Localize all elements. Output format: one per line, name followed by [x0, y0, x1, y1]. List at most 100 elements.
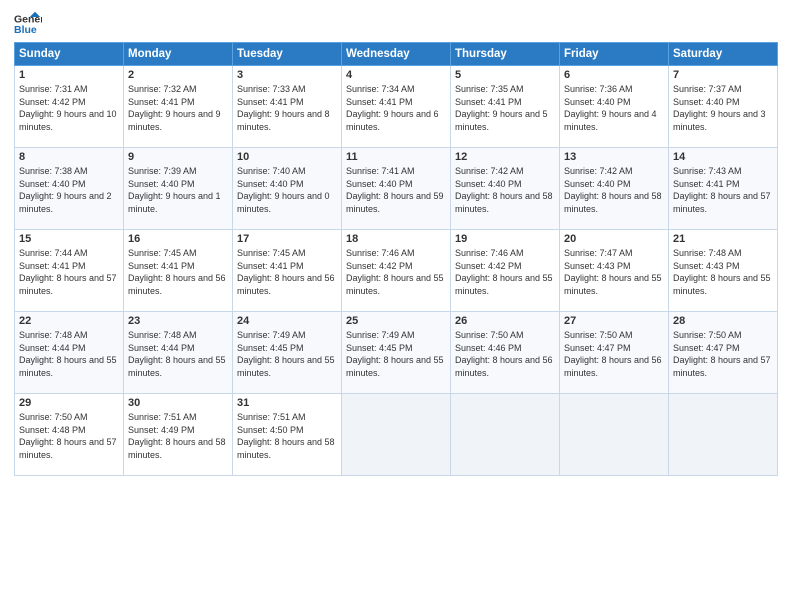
- day-number: 15: [19, 233, 119, 245]
- dow-header: Friday: [560, 43, 669, 66]
- calendar-cell: 24Sunrise: 7:49 AMSunset: 4:45 PMDayligh…: [233, 312, 342, 394]
- day-number: 7: [673, 69, 773, 81]
- cell-text: Sunrise: 7:49 AMSunset: 4:45 PMDaylight:…: [346, 330, 444, 378]
- day-number: 8: [19, 151, 119, 163]
- calendar-table: SundayMondayTuesdayWednesdayThursdayFrid…: [14, 42, 778, 476]
- calendar-cell: 4Sunrise: 7:34 AMSunset: 4:41 PMDaylight…: [342, 66, 451, 148]
- day-number: 3: [237, 69, 337, 81]
- cell-text: Sunrise: 7:48 AMSunset: 4:44 PMDaylight:…: [19, 330, 117, 378]
- cell-text: Sunrise: 7:42 AMSunset: 4:40 PMDaylight:…: [564, 166, 662, 214]
- dow-header: Wednesday: [342, 43, 451, 66]
- cell-text: Sunrise: 7:51 AMSunset: 4:49 PMDaylight:…: [128, 412, 226, 460]
- day-number: 5: [455, 69, 555, 81]
- calendar-cell: 19 Sunrise: 7:46 AMSunset: 4:42 PMDayligh…: [451, 230, 560, 312]
- cell-text: Sunrise: 7:43 AMSunset: 4:41 PMDaylight:…: [673, 166, 771, 214]
- calendar-cell: 30 Sunrise: 7:51 AMSunset: 4:49 PMDayligh…: [124, 394, 233, 476]
- cell-text: Sunrise: 7:46 AMSunset: 4:42 PMDaylight:…: [346, 248, 444, 296]
- calendar-cell: [669, 394, 778, 476]
- cell-text: Sunrise: 7:45 AMSunset: 4:41 PMDaylight:…: [128, 248, 226, 296]
- calendar-cell: 5 Sunrise: 7:35 AMSunset: 4:41 PMDaylight…: [451, 66, 560, 148]
- dow-header: Saturday: [669, 43, 778, 66]
- cell-text: Sunrise: 7:48 AMSunset: 4:44 PMDaylight:…: [128, 330, 226, 378]
- calendar-cell: 10 Sunrise: 7:40 AMSunset: 4:40 PMDayligh…: [233, 148, 342, 230]
- day-number: 30: [128, 397, 228, 409]
- cell-text: Sunrise: 7:33 AMSunset: 4:41 PMDaylight:…: [237, 84, 330, 132]
- days-of-week-row: SundayMondayTuesdayWednesdayThursdayFrid…: [15, 43, 778, 66]
- cell-text: Sunrise: 7:50 AMSunset: 4:46 PMDaylight:…: [455, 330, 553, 378]
- day-number: 26: [455, 315, 555, 327]
- day-number: 22: [19, 315, 119, 327]
- calendar-cell: [560, 394, 669, 476]
- calendar-cell: 31 Sunrise: 7:51 AMSunset: 4:50 PMDayligh…: [233, 394, 342, 476]
- calendar-cell: 23 Sunrise: 7:48 AMSunset: 4:44 PMDayligh…: [124, 312, 233, 394]
- calendar-cell: 17Sunrise: 7:45 AMSunset: 4:41 PMDayligh…: [233, 230, 342, 312]
- cell-text: Sunrise: 7:41 AMSunset: 4:40 PMDaylight:…: [346, 166, 444, 214]
- calendar-cell: 2 Sunrise: 7:32 AMSunset: 4:41 PMDaylight…: [124, 66, 233, 148]
- calendar-cell: 16 Sunrise: 7:45 AMSunset: 4:41 PMDayligh…: [124, 230, 233, 312]
- calendar-cell: 6 Sunrise: 7:36 AMSunset: 4:40 PMDaylight…: [560, 66, 669, 148]
- day-number: 13: [564, 151, 664, 163]
- day-number: 25: [346, 315, 446, 327]
- dow-header: Sunday: [15, 43, 124, 66]
- day-number: 28: [673, 315, 773, 327]
- calendar-cell: 12 Sunrise: 7:42 AMSunset: 4:40 PMDayligh…: [451, 148, 560, 230]
- cell-text: Sunrise: 7:36 AMSunset: 4:40 PMDaylight:…: [564, 84, 657, 132]
- calendar-cell: 14 Sunrise: 7:43 AMSunset: 4:41 PMDayligh…: [669, 148, 778, 230]
- cell-text: Sunrise: 7:32 AMSunset: 4:41 PMDaylight:…: [128, 84, 221, 132]
- day-number: 6: [564, 69, 664, 81]
- svg-text:Blue: Blue: [14, 24, 37, 36]
- calendar-body: 1Sunrise: 7:31 AMSunset: 4:42 PMDaylight…: [15, 66, 778, 476]
- cell-text: Sunrise: 7:37 AMSunset: 4:40 PMDaylight:…: [673, 84, 766, 132]
- cell-text: Sunrise: 7:51 AMSunset: 4:50 PMDaylight:…: [237, 412, 335, 460]
- dow-header: Tuesday: [233, 43, 342, 66]
- cell-text: Sunrise: 7:50 AMSunset: 4:48 PMDaylight:…: [19, 412, 117, 460]
- cell-text: Sunrise: 7:38 AMSunset: 4:40 PMDaylight:…: [19, 166, 112, 214]
- calendar-cell: 25 Sunrise: 7:49 AMSunset: 4:45 PMDayligh…: [342, 312, 451, 394]
- dow-header: Thursday: [451, 43, 560, 66]
- calendar-cell: 28 Sunrise: 7:50 AMSunset: 4:47 PMDayligh…: [669, 312, 778, 394]
- calendar-cell: 27 Sunrise: 7:50 AMSunset: 4:47 PMDayligh…: [560, 312, 669, 394]
- day-number: 2: [128, 69, 228, 81]
- day-number: 31: [237, 397, 337, 409]
- cell-text: Sunrise: 7:40 AMSunset: 4:40 PMDaylight:…: [237, 166, 330, 214]
- calendar-cell: 15 Sunrise: 7:44 AMSunset: 4:41 PMDayligh…: [15, 230, 124, 312]
- day-number: 12: [455, 151, 555, 163]
- calendar-cell: 1Sunrise: 7:31 AMSunset: 4:42 PMDaylight…: [15, 66, 124, 148]
- calendar-cell: 18 Sunrise: 7:46 AMSunset: 4:42 PMDayligh…: [342, 230, 451, 312]
- calendar-cell: 8 Sunrise: 7:38 AMSunset: 4:40 PMDaylight…: [15, 148, 124, 230]
- calendar-cell: [451, 394, 560, 476]
- day-number: 29: [19, 397, 119, 409]
- calendar-cell: 22 Sunrise: 7:48 AMSunset: 4:44 PMDayligh…: [15, 312, 124, 394]
- cell-text: Sunrise: 7:44 AMSunset: 4:41 PMDaylight:…: [19, 248, 117, 296]
- day-number: 14: [673, 151, 773, 163]
- cell-text: Sunrise: 7:50 AMSunset: 4:47 PMDaylight:…: [564, 330, 662, 378]
- calendar-week-row: 29 Sunrise: 7:50 AMSunset: 4:48 PMDayligh…: [15, 394, 778, 476]
- cell-text: Sunrise: 7:35 AMSunset: 4:41 PMDaylight:…: [455, 84, 548, 132]
- day-number: 20: [564, 233, 664, 245]
- cell-text: Sunrise: 7:46 AMSunset: 4:42 PMDaylight:…: [455, 248, 553, 296]
- calendar-week-row: 8 Sunrise: 7:38 AMSunset: 4:40 PMDaylight…: [15, 148, 778, 230]
- logo-icon: General Blue: [14, 10, 42, 38]
- day-number: 11: [346, 151, 446, 163]
- day-number: 4: [346, 69, 446, 81]
- day-number: 23: [128, 315, 228, 327]
- calendar-cell: 21Sunrise: 7:48 AMSunset: 4:43 PMDayligh…: [669, 230, 778, 312]
- day-number: 17: [237, 233, 337, 245]
- cell-text: Sunrise: 7:49 AMSunset: 4:45 PMDaylight:…: [237, 330, 335, 378]
- logo: General Blue: [14, 10, 46, 38]
- calendar-cell: 13 Sunrise: 7:42 AMSunset: 4:40 PMDayligh…: [560, 148, 669, 230]
- cell-text: Sunrise: 7:31 AMSunset: 4:42 PMDaylight:…: [19, 84, 117, 132]
- calendar-cell: 20Sunrise: 7:47 AMSunset: 4:43 PMDayligh…: [560, 230, 669, 312]
- calendar-week-row: 15 Sunrise: 7:44 AMSunset: 4:41 PMDayligh…: [15, 230, 778, 312]
- cell-text: Sunrise: 7:39 AMSunset: 4:40 PMDaylight:…: [128, 166, 221, 214]
- day-number: 10: [237, 151, 337, 163]
- day-number: 27: [564, 315, 664, 327]
- calendar-cell: 3 Sunrise: 7:33 AMSunset: 4:41 PMDaylight…: [233, 66, 342, 148]
- day-number: 16: [128, 233, 228, 245]
- cell-text: Sunrise: 7:42 AMSunset: 4:40 PMDaylight:…: [455, 166, 553, 214]
- cell-text: Sunrise: 7:50 AMSunset: 4:47 PMDaylight:…: [673, 330, 771, 378]
- day-number: 18: [346, 233, 446, 245]
- day-number: 19: [455, 233, 555, 245]
- calendar-cell: 7 Sunrise: 7:37 AMSunset: 4:40 PMDaylight…: [669, 66, 778, 148]
- calendar-cell: 26 Sunrise: 7:50 AMSunset: 4:46 PMDayligh…: [451, 312, 560, 394]
